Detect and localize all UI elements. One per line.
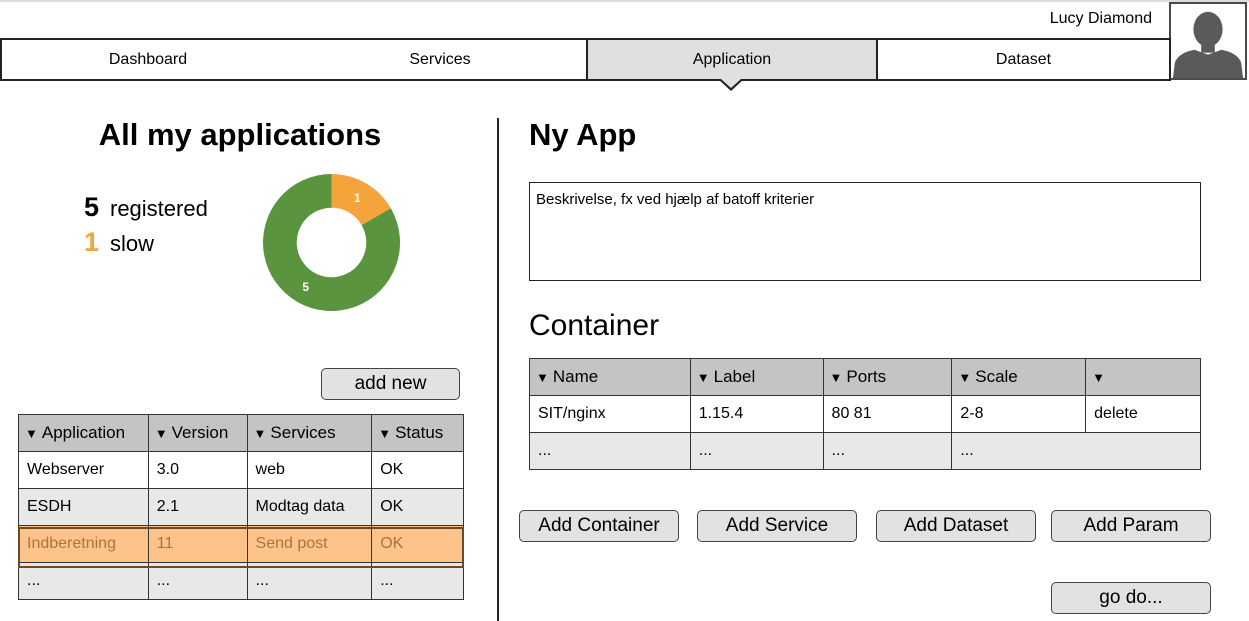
status-donut-chart: 15 bbox=[262, 173, 401, 312]
table-cell: ... bbox=[822, 432, 953, 470]
username[interactable]: Lucy Diamond bbox=[1000, 10, 1152, 28]
table-cell: Send post bbox=[246, 525, 373, 563]
col-header-ports[interactable]: ▼ Ports bbox=[822, 358, 953, 396]
slow-label: slow bbox=[110, 231, 155, 256]
container-row[interactable]: SIT/nginx 1.15.4 80 81 2-8 delete bbox=[529, 395, 1201, 433]
new-app-title: Ny App bbox=[529, 117, 637, 152]
table-row[interactable]: Webserver 3.0 web OK bbox=[18, 451, 464, 489]
top-rule bbox=[0, 0, 1249, 2]
col-header-actions[interactable]: ▼ bbox=[1085, 358, 1201, 396]
applications-table: ▼ Application ▼ Version ▼ Services ▼ Status … bbox=[18, 414, 464, 600]
panel-divider bbox=[497, 118, 499, 621]
add-dataset-button[interactable]: Add Dataset bbox=[876, 510, 1036, 542]
add-param-button[interactable]: Add Param bbox=[1051, 510, 1211, 542]
table-cell: OK bbox=[371, 525, 464, 563]
user-silhouette-icon[interactable] bbox=[1169, 2, 1247, 80]
table-cell: ... bbox=[246, 562, 373, 600]
table-cell: 80 81 bbox=[822, 395, 953, 433]
table-cell: 11 bbox=[147, 525, 248, 563]
tab-dataset[interactable]: Dataset bbox=[878, 40, 1169, 79]
donut-label-1: 5 bbox=[302, 280, 309, 294]
table-cell: ... bbox=[147, 562, 248, 600]
active-tab-pointer-fill bbox=[721, 79, 741, 88]
tab-application[interactable]: Application bbox=[586, 40, 878, 79]
table-cell: 2-8 bbox=[951, 395, 1087, 433]
table-cell: ... bbox=[951, 432, 1201, 470]
col-header-scale[interactable]: ▼ Scale bbox=[951, 358, 1087, 396]
add-service-button[interactable]: Add Service bbox=[697, 510, 857, 542]
stat-slow: 1 slow bbox=[84, 227, 154, 258]
stat-registered: 5 registered bbox=[84, 192, 208, 223]
delete-link[interactable]: delete bbox=[1085, 395, 1201, 433]
table-cell: ... bbox=[529, 432, 691, 470]
table-cell: 3.0 bbox=[147, 451, 248, 489]
col-header-services[interactable]: ▼ Services bbox=[246, 414, 373, 452]
table-cell: ... bbox=[18, 562, 149, 600]
description-textarea[interactable]: Beskrivelse, fx ved hjælp af batoff krit… bbox=[529, 182, 1201, 281]
table-cell: ESDH bbox=[18, 488, 149, 526]
go-do-button[interactable]: go do... bbox=[1051, 582, 1211, 614]
table-cell: ... bbox=[689, 432, 824, 470]
table-cell: 2.1 bbox=[147, 488, 248, 526]
page-title-applications: All my applications bbox=[98, 117, 382, 152]
registered-label: registered bbox=[110, 196, 208, 221]
registered-count: 5 bbox=[84, 192, 100, 222]
container-header-row: ▼ Name ▼ Label ▼ Ports ▼ Scale ▼ bbox=[529, 358, 1201, 396]
main-nav: Dashboard Services Application Dataset bbox=[0, 38, 1171, 81]
container-row[interactable]: ... ... ... ... bbox=[529, 432, 1201, 470]
add-container-button[interactable]: Add Container bbox=[519, 510, 679, 542]
slow-count: 1 bbox=[84, 227, 100, 257]
col-header-name[interactable]: ▼ Name bbox=[529, 358, 691, 396]
table-row[interactable]: ... ... ... ... bbox=[18, 562, 464, 600]
donut-label-0: 1 bbox=[354, 191, 361, 205]
table-header-row: ▼ Application ▼ Version ▼ Services ▼ Status bbox=[18, 414, 464, 452]
container-table: ▼ Name ▼ Label ▼ Ports ▼ Scale ▼ SIT/nginx 1… bbox=[529, 358, 1201, 470]
table-cell: web bbox=[246, 451, 373, 489]
add-new-button[interactable]: add new bbox=[321, 368, 460, 400]
table-cell: Modtag data bbox=[246, 488, 373, 526]
col-header-status[interactable]: ▼ Status bbox=[371, 414, 464, 452]
col-header-application[interactable]: ▼ Application bbox=[18, 414, 149, 452]
col-header-version[interactable]: ▼ Version bbox=[147, 414, 248, 452]
table-cell: ... bbox=[371, 562, 464, 600]
table-row[interactable]: ESDH 2.1 Modtag data OK bbox=[18, 488, 464, 526]
table-row-highlighted[interactable]: Indberetning 11 Send post OK bbox=[18, 525, 464, 563]
container-section-title: Container bbox=[529, 309, 660, 342]
table-cell: SIT/nginx bbox=[529, 395, 691, 433]
table-cell: 1.15.4 bbox=[689, 395, 824, 433]
table-cell: Webserver bbox=[18, 451, 149, 489]
table-cell: Indberetning bbox=[18, 525, 149, 563]
col-header-label[interactable]: ▼ Label bbox=[689, 358, 824, 396]
tab-services[interactable]: Services bbox=[294, 40, 586, 79]
table-cell: OK bbox=[371, 488, 464, 526]
table-cell: OK bbox=[371, 451, 464, 489]
tab-dashboard[interactable]: Dashboard bbox=[2, 40, 294, 79]
